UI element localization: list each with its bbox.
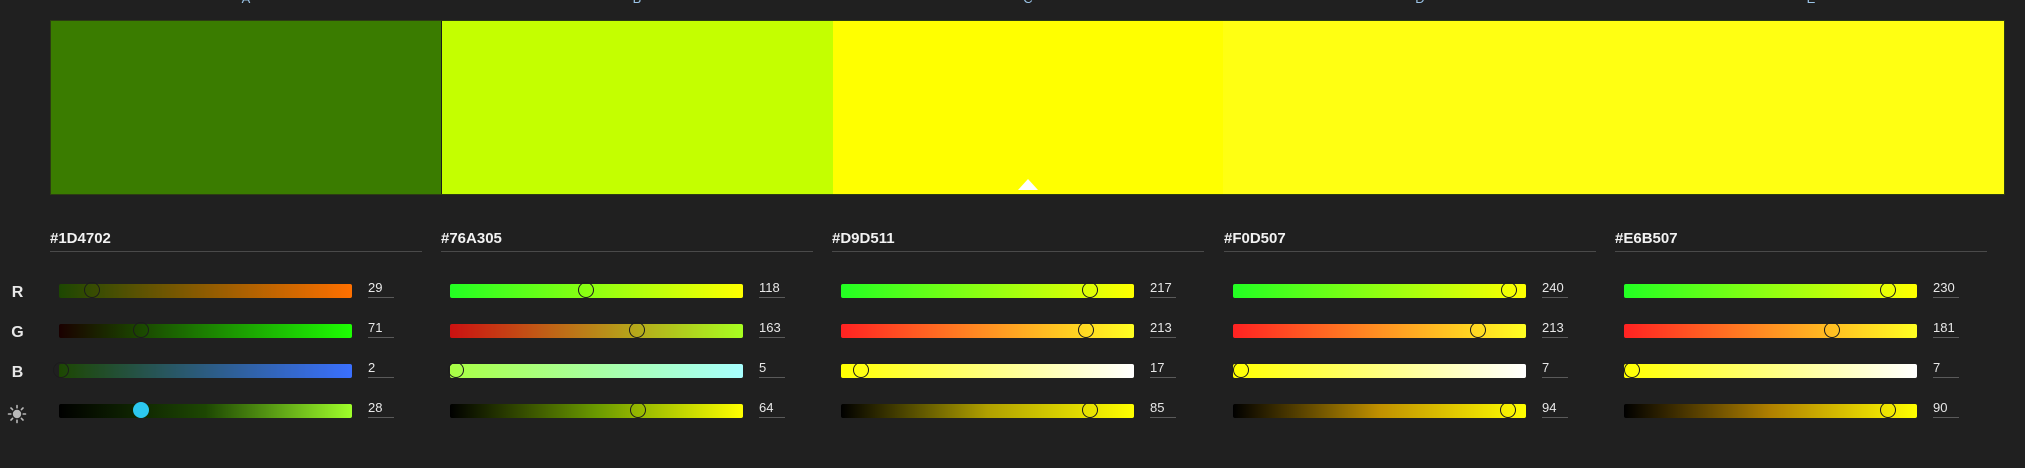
value-r[interactable]: 217 (1150, 280, 1176, 298)
value-g[interactable]: 213 (1150, 320, 1176, 338)
value-r[interactable]: 240 (1542, 280, 1568, 298)
slider-thumb[interactable] (1823, 322, 1840, 338)
slider-thumb[interactable] (629, 322, 646, 338)
slider-g-e[interactable] (1624, 322, 1917, 338)
value-g[interactable]: 71 (368, 320, 394, 338)
value-l[interactable]: 85 (1150, 400, 1176, 418)
slider-thumb[interactable] (1500, 402, 1517, 418)
value-l[interactable]: 64 (759, 400, 785, 418)
slider-thumb[interactable] (53, 362, 70, 378)
slider-thumb[interactable] (1880, 282, 1897, 298)
hex-field[interactable]: #E6B507 (1615, 229, 1987, 252)
swatch-e[interactable] (1613, 21, 2005, 194)
slider-l-e[interactable] (1624, 402, 1917, 418)
slider-b-a[interactable] (53, 362, 352, 378)
value-l[interactable]: 94 (1542, 400, 1568, 418)
value-b[interactable]: 17 (1150, 360, 1176, 378)
swatch-a[interactable] (51, 21, 443, 194)
slider-thumb[interactable] (1500, 282, 1517, 298)
column-letter: E (1801, 0, 1821, 6)
hex-field[interactable]: #76A305 (441, 229, 813, 252)
slider-r-b[interactable] (450, 282, 743, 298)
column-letter: C (1018, 0, 1038, 6)
brightness-icon (7, 404, 27, 424)
slider-l-d[interactable] (1233, 402, 1526, 418)
slider-thumb[interactable] (447, 362, 464, 378)
slider-b-e[interactable] (1624, 362, 1917, 378)
value-b[interactable]: 7 (1933, 360, 1959, 378)
slider-b-b[interactable] (447, 362, 743, 378)
slider-thumb[interactable] (629, 402, 646, 418)
hex-field[interactable]: #1D4702 (50, 229, 422, 252)
slider-r-e[interactable] (1624, 282, 1917, 298)
value-r[interactable]: 29 (368, 280, 394, 298)
slider-r-d[interactable] (1233, 282, 1526, 298)
slider-thumb[interactable] (1082, 282, 1099, 298)
slider-thumb[interactable] (1077, 322, 1094, 338)
slider-thumb[interactable] (1082, 402, 1099, 418)
slider-thumb[interactable] (132, 322, 149, 338)
row-label-r: R (11, 284, 24, 301)
value-g[interactable]: 181 (1933, 320, 1959, 338)
slider-g-c[interactable] (841, 322, 1134, 338)
value-g[interactable]: 163 (759, 320, 785, 338)
column-letter: B (627, 0, 647, 6)
hex-field[interactable]: #D9D511 (832, 229, 1204, 252)
hex-value: #E6B507 (1615, 230, 1678, 247)
slider-thumb[interactable] (1233, 362, 1250, 378)
column-letter: D (1410, 0, 1430, 6)
swatch-c[interactable] (832, 21, 1224, 194)
value-r[interactable]: 118 (759, 280, 785, 298)
slider-b-d[interactable] (1233, 362, 1526, 378)
swatch-d[interactable] (1223, 21, 1614, 194)
slider-thumb[interactable] (852, 362, 869, 378)
slider-thumb[interactable] (133, 402, 150, 418)
slider-thumb[interactable] (1469, 322, 1486, 338)
slider-thumb[interactable] (577, 282, 594, 298)
swatch-strip (50, 20, 2005, 195)
value-b[interactable]: 5 (759, 360, 785, 378)
hex-value: #76A305 (441, 230, 502, 247)
column-letter: A (236, 0, 256, 6)
value-b[interactable]: 2 (368, 360, 394, 378)
swatch-b[interactable] (442, 21, 833, 194)
slider-g-b[interactable] (450, 322, 743, 338)
hex-value: #D9D511 (832, 230, 895, 247)
hex-value: #1D4702 (50, 230, 111, 247)
row-label-b: B (11, 364, 24, 381)
hex-field[interactable]: #F0D507 (1224, 229, 1596, 252)
slider-thumb[interactable] (84, 282, 101, 298)
slider-g-d[interactable] (1233, 322, 1526, 338)
selected-caret-icon (1018, 179, 1039, 190)
slider-thumb[interactable] (1879, 402, 1896, 418)
slider-l-a[interactable] (59, 402, 352, 418)
value-r[interactable]: 230 (1933, 280, 1959, 298)
value-l[interactable]: 90 (1933, 400, 1959, 418)
value-g[interactable]: 213 (1542, 320, 1568, 338)
slider-b-c[interactable] (841, 362, 1134, 378)
slider-r-c[interactable] (841, 282, 1134, 298)
value-l[interactable]: 28 (368, 400, 394, 418)
slider-l-b[interactable] (450, 402, 743, 418)
slider-g-a[interactable] (59, 322, 352, 338)
row-label-g: G (11, 324, 24, 341)
slider-thumb[interactable] (1624, 362, 1641, 378)
slider-l-c[interactable] (841, 402, 1134, 418)
hex-value: #F0D507 (1224, 230, 1286, 247)
value-b[interactable]: 7 (1542, 360, 1568, 378)
slider-r-a[interactable] (59, 282, 352, 298)
